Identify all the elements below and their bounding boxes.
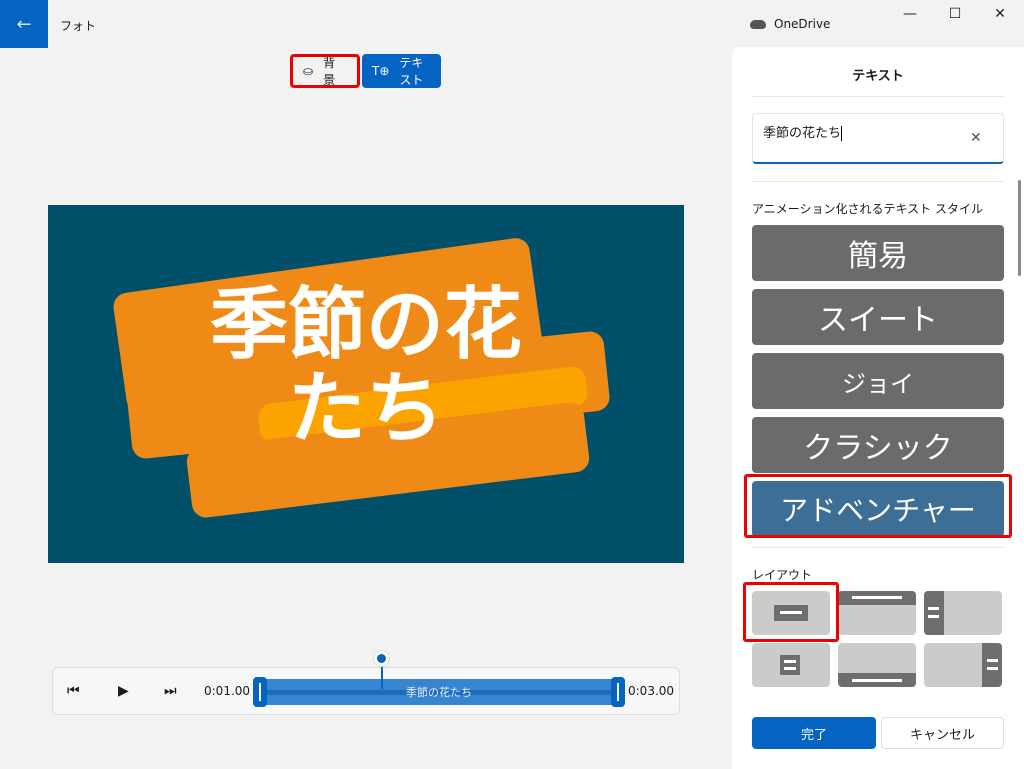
layout-center-small[interactable]: [752, 643, 830, 687]
clip-label: 季節の花たち: [406, 686, 472, 699]
clip-track[interactable]: 季節の花たち: [253, 677, 625, 707]
previous-frame-button[interactable]: ⏮: [67, 683, 80, 699]
play-button[interactable]: ▶: [118, 683, 129, 699]
minimize-button[interactable]: —: [890, 6, 930, 28]
next-frame-button[interactable]: ⏭: [164, 683, 177, 699]
layout-right[interactable]: [924, 643, 1002, 687]
styles-label: アニメーション化されるテキスト スタイル: [752, 202, 983, 216]
done-button[interactable]: 完了: [752, 717, 876, 749]
onedrive-button[interactable]: OneDrive: [750, 17, 830, 31]
background-button[interactable]: ⛀ 背景: [290, 54, 360, 88]
start-time: 0:01.00: [204, 684, 251, 698]
divider: [752, 547, 1004, 548]
style-simple[interactable]: 簡易: [752, 225, 1004, 281]
clear-icon[interactable]: ✕: [970, 130, 982, 146]
video-preview: 季節の花 たち: [48, 205, 684, 563]
text-label: テキスト: [399, 56, 424, 87]
close-button[interactable]: ✕: [980, 6, 1020, 28]
layout-bottom[interactable]: [838, 643, 916, 687]
end-time: 0:03.00: [628, 684, 675, 698]
end-trim-handle[interactable]: [611, 677, 625, 707]
add-text-icon: T⊕: [372, 64, 390, 78]
preview-title-text: 季節の花 たち: [209, 280, 522, 454]
cloud-icon: [750, 19, 766, 29]
app-title: フォト: [60, 19, 97, 33]
text-button[interactable]: T⊕ テキスト: [362, 54, 441, 88]
divider: [752, 96, 1004, 97]
paint-bucket-icon: ⛀: [303, 64, 314, 78]
background-label: 背景: [323, 56, 336, 87]
selection-highlight: [744, 474, 1012, 538]
playhead-handle[interactable]: [374, 651, 389, 666]
selection-highlight: [743, 582, 839, 642]
onedrive-label: OneDrive: [774, 17, 831, 31]
scrollbar[interactable]: [1018, 180, 1021, 276]
layout-label: レイアウト: [752, 568, 813, 582]
text-input-value: 季節の花たち: [763, 126, 842, 141]
cancel-button[interactable]: キャンセル: [881, 717, 1004, 749]
text-input[interactable]: 季節の花たち: [752, 113, 1004, 164]
playhead-line: [381, 665, 383, 689]
text-panel: テキスト 季節の花たち ✕ アニメーション化されるテキスト スタイル 簡易 スイ…: [732, 47, 1024, 769]
panel-title: テキスト: [852, 69, 904, 84]
layout-left[interactable]: [924, 591, 1002, 635]
back-button[interactable]: ←: [0, 0, 48, 48]
layout-top[interactable]: [838, 591, 916, 635]
start-trim-handle[interactable]: [253, 677, 267, 707]
style-classic[interactable]: クラシック: [752, 417, 1004, 473]
maximize-button[interactable]: ☐: [935, 6, 975, 28]
divider: [752, 181, 1004, 182]
style-joy[interactable]: ジョイ: [752, 353, 1004, 409]
style-sweet[interactable]: スイート: [752, 289, 1004, 345]
